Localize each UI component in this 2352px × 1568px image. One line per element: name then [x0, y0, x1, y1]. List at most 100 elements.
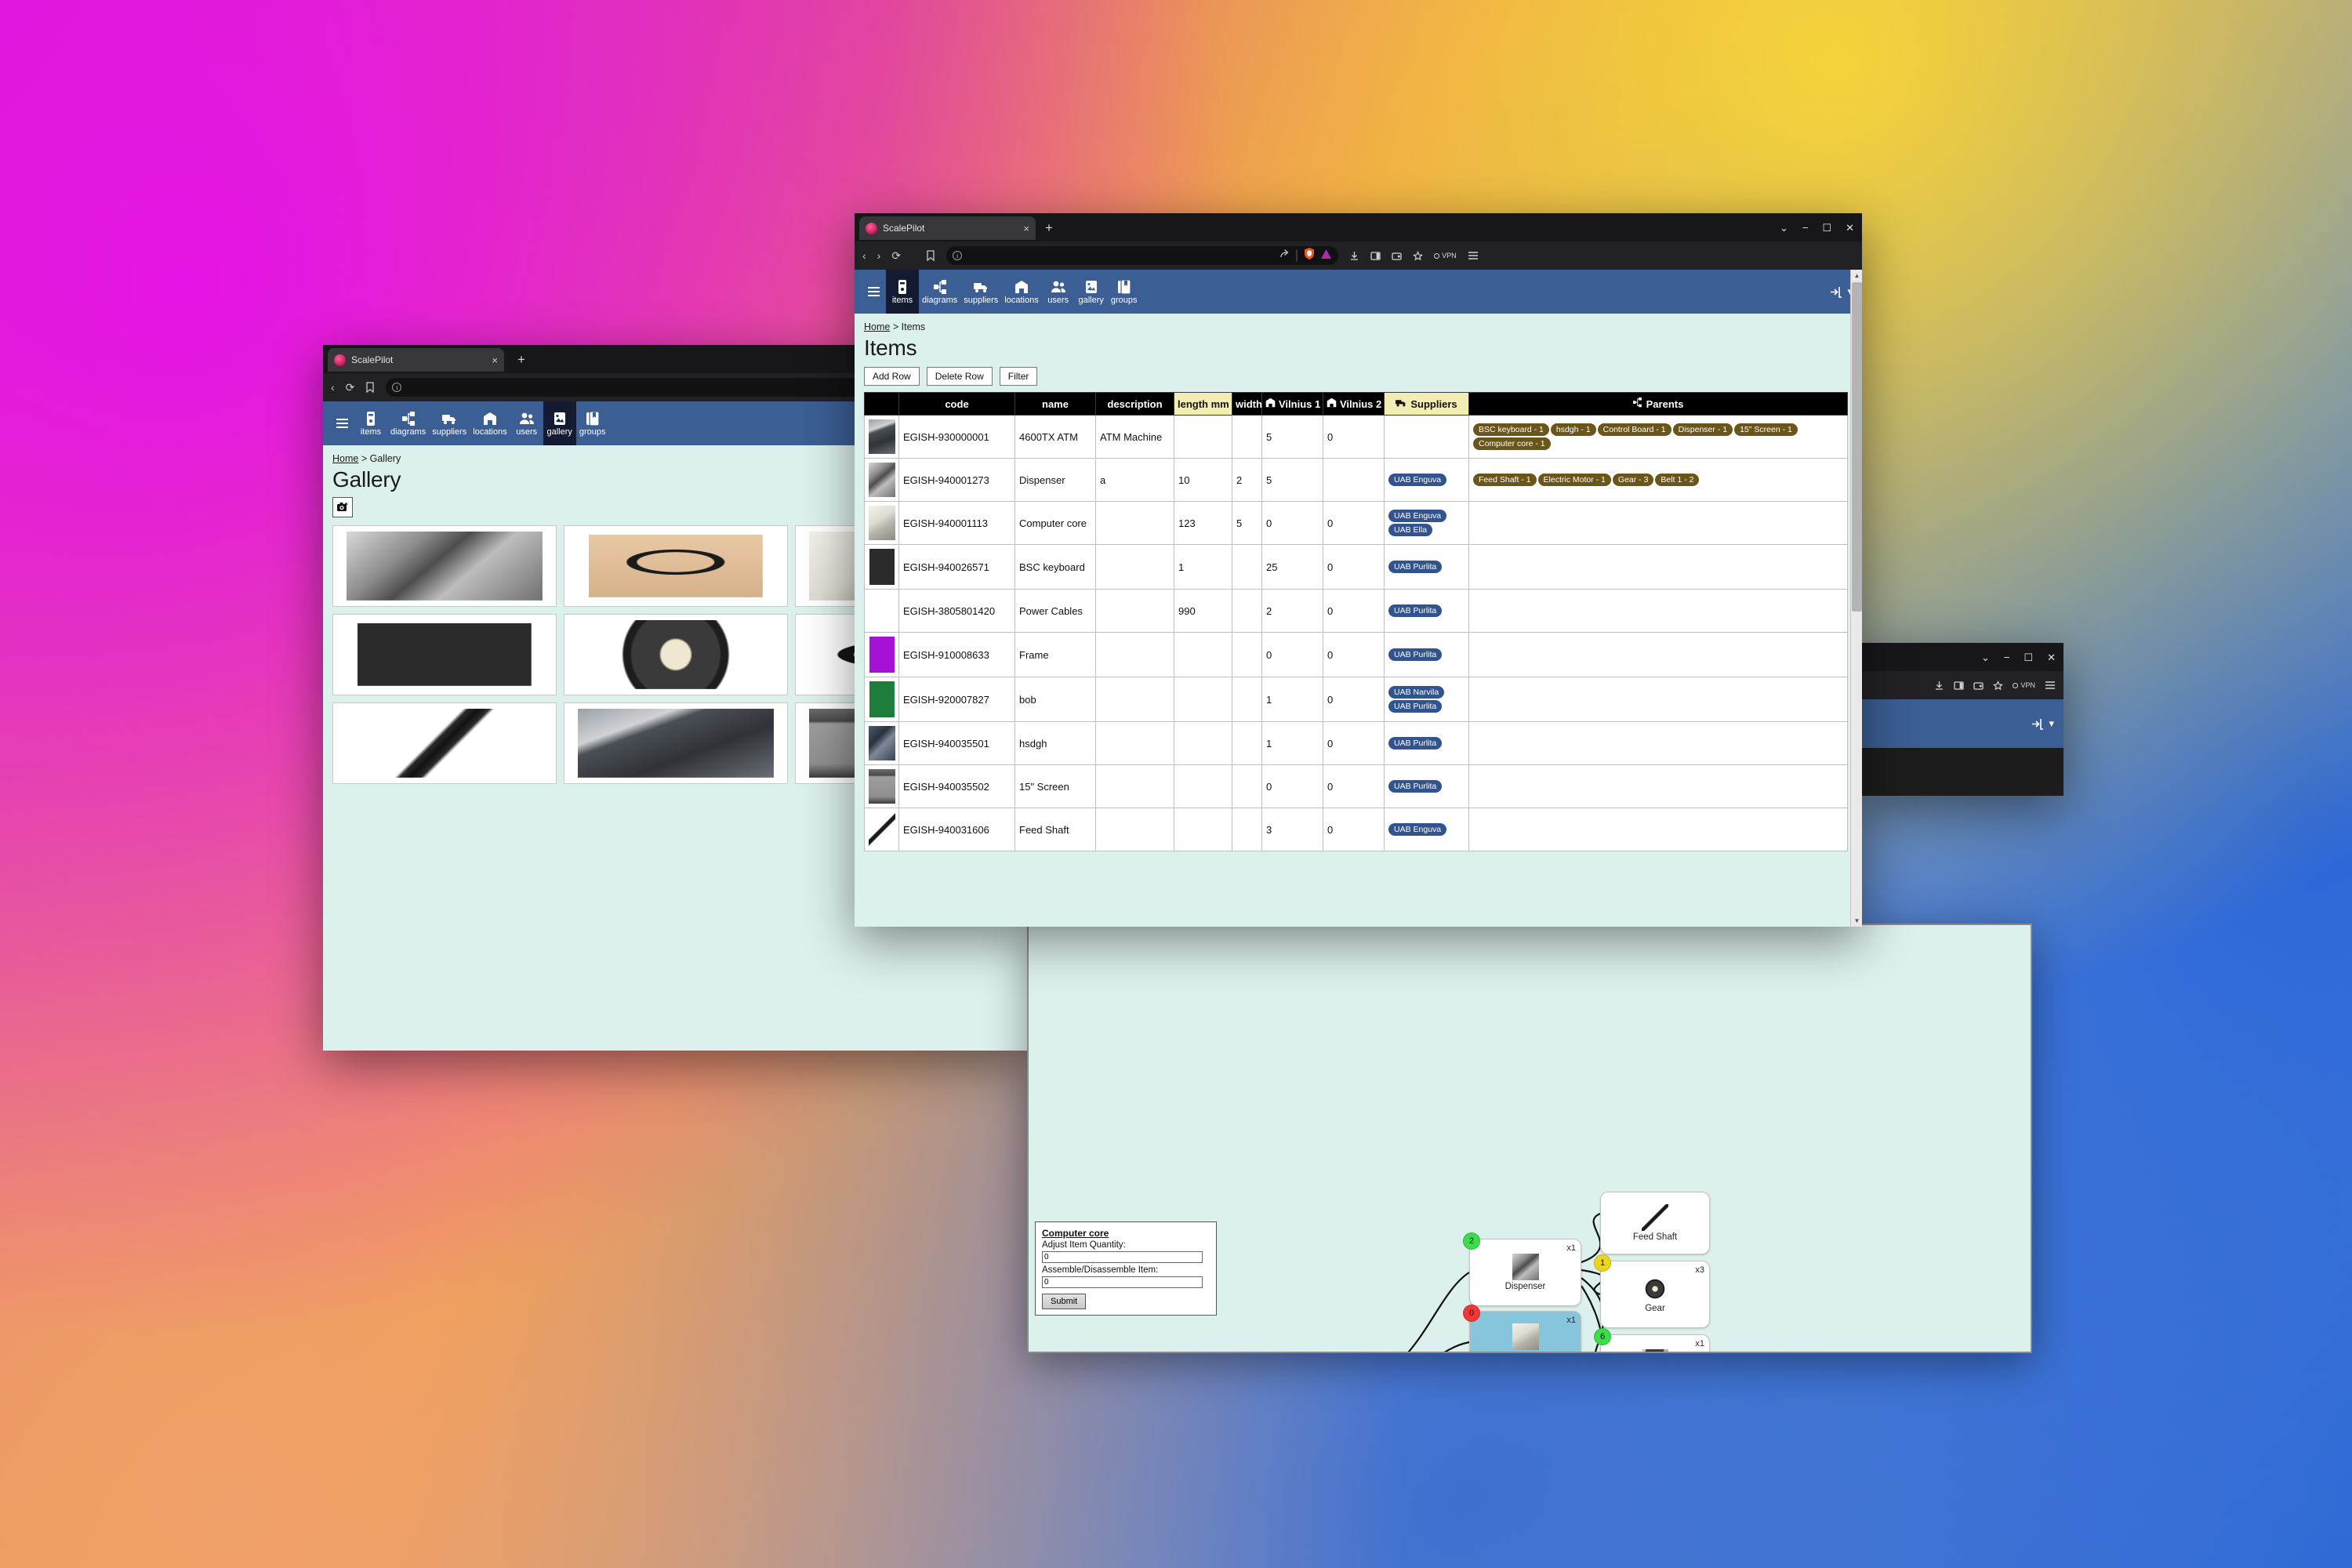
cell-length-mm[interactable]	[1174, 721, 1232, 765]
cell-code[interactable]: EGISH-930000001	[898, 415, 1015, 459]
new-tab-button[interactable]: +	[1045, 220, 1053, 236]
cell-width[interactable]	[1232, 589, 1262, 633]
cell-width[interactable]	[1232, 544, 1262, 590]
diagram-window[interactable]: 54600TX ATM2x1Dispenser0x1Computer core2…	[1027, 924, 2032, 1353]
column-header-thumbnail[interactable]	[864, 392, 899, 416]
vpn-toggle[interactable]: VPN	[1434, 252, 1457, 260]
site-info-icon[interactable]: i	[392, 383, 402, 392]
cell-name[interactable]: Computer core	[1014, 501, 1096, 545]
table-row[interactable]: EGISH-940026571 BSC keyboard 1 25 0 UAB Purli…	[864, 544, 1848, 590]
sidebar-item-gallery[interactable]: gallery	[1075, 270, 1108, 314]
cell-width[interactable]: 2	[1232, 458, 1262, 502]
add-photo-button[interactable]	[332, 497, 353, 517]
node-action-popup[interactable]: Computer core Adjust Item Quantity: Asse…	[1035, 1221, 1217, 1316]
diagram-node[interactable]: Feed Shaft	[1600, 1192, 1710, 1254]
cell-code[interactable]: EGISH-940035502	[898, 764, 1015, 808]
cell-suppliers[interactable]: UAB Purlita	[1384, 544, 1469, 590]
sidebar-item-users[interactable]: users	[1042, 270, 1075, 314]
wallet-icon[interactable]	[1973, 681, 1984, 691]
leo-ai-icon[interactable]	[1320, 249, 1332, 263]
column-header-parents[interactable]: Parents	[1468, 392, 1848, 416]
cell-width[interactable]	[1232, 677, 1262, 722]
page-scrollbar[interactable]: ▲ ▼	[1850, 270, 1862, 927]
cell-suppliers[interactable]: UAB Purlita	[1384, 764, 1469, 808]
parent-tag[interactable]: Control Board - 1	[1597, 423, 1671, 436]
cell-vilnius-1[interactable]: 25	[1261, 544, 1323, 590]
sidebar-item-locations[interactable]: locations	[470, 401, 510, 445]
rewards-icon[interactable]	[1413, 250, 1423, 261]
sidebar-item-locations[interactable]: locations	[1001, 270, 1041, 314]
cell-length-mm[interactable]: 10	[1174, 458, 1232, 502]
cell-parents[interactable]	[1468, 764, 1848, 808]
cell-vilnius-1[interactable]: 0	[1261, 632, 1323, 677]
cell-vilnius-1[interactable]: 2	[1261, 589, 1323, 633]
gallery-item[interactable]	[332, 702, 557, 784]
reload-icon[interactable]: ⟳	[891, 250, 901, 261]
table-row[interactable]: EGISH-940031606 Feed Shaft 3 0 UAB Enguva	[864, 808, 1848, 851]
cell-vilnius-1[interactable]: 5	[1261, 458, 1323, 502]
cell-description[interactable]	[1095, 677, 1174, 722]
rewards-icon[interactable]	[1993, 680, 2004, 691]
parent-tag[interactable]: Feed Shaft - 1	[1473, 474, 1537, 486]
parent-tag[interactable]: Gear - 3	[1612, 474, 1654, 486]
cell-parents[interactable]	[1468, 501, 1848, 545]
wallet-icon[interactable]	[1392, 251, 1402, 261]
window-maximize-icon[interactable]: ☐	[2024, 652, 2033, 662]
cell-name[interactable]: bob	[1014, 677, 1096, 722]
column-header-length-mm[interactable]: length mm	[1174, 392, 1232, 416]
window-expand-icon[interactable]: ⌄	[1780, 223, 1788, 233]
cell-description[interactable]	[1095, 764, 1174, 808]
sidebar-item-suppliers[interactable]: suppliers	[429, 401, 470, 445]
cell-code[interactable]: EGISH-940001113	[898, 501, 1015, 545]
supplier-chip[interactable]: UAB Purlita	[1388, 780, 1443, 793]
cell-vilnius-1[interactable]: 0	[1261, 501, 1323, 545]
cell-width[interactable]	[1232, 721, 1262, 765]
cell-name[interactable]: Frame	[1014, 632, 1096, 677]
gallery-item[interactable]	[332, 614, 557, 695]
column-header-width[interactable]: width	[1232, 392, 1262, 416]
cell-description[interactable]	[1095, 632, 1174, 677]
supplier-chip[interactable]: UAB Ella	[1388, 524, 1433, 536]
table-row[interactable]: EGISH-920007827 bob 1 0 UAB Narvila UAB Purli…	[864, 677, 1848, 722]
cell-parents[interactable]	[1468, 808, 1848, 851]
cell-description[interactable]	[1095, 544, 1174, 590]
cell-vilnius-1[interactable]: 5	[1261, 415, 1323, 459]
parent-tag[interactable]: Belt 1 - 2	[1655, 474, 1700, 486]
table-row[interactable]: EGISH-940001113 Computer core 123 5 0 0 UAB En…	[864, 501, 1848, 545]
browser-tab[interactable]: ScalePilot ×	[328, 348, 504, 372]
cell-suppliers[interactable]: UAB Enguva	[1384, 458, 1469, 502]
breadcrumb-home-link[interactable]: Home	[332, 453, 358, 464]
cell-width[interactable]	[1232, 764, 1262, 808]
share-icon[interactable]	[1279, 249, 1290, 263]
cell-vilnius-2[interactable]: 0	[1323, 415, 1385, 459]
download-icon[interactable]	[1349, 251, 1359, 261]
cell-vilnius-1[interactable]: 3	[1261, 808, 1323, 851]
cell-suppliers[interactable]: UAB Purlita	[1384, 632, 1469, 677]
back-icon[interactable]: ‹	[862, 250, 866, 261]
account-area[interactable]: ▾	[2031, 699, 2063, 748]
cell-parents[interactable]	[1468, 544, 1848, 590]
sidebar-item-gallery[interactable]: gallery	[543, 401, 576, 445]
supplier-chip[interactable]: UAB Purlita	[1388, 561, 1443, 573]
column-header-vilnius-1[interactable]: Vilnius 1	[1261, 392, 1323, 416]
diagram-node[interactable]: 1 x3 Gear	[1594, 1254, 1710, 1328]
supplier-chip[interactable]: UAB Enguva	[1388, 823, 1447, 836]
assemble-input[interactable]	[1042, 1276, 1203, 1288]
parent-tag[interactable]: Dispenser - 1	[1672, 423, 1733, 436]
scroll-up-arrow[interactable]: ▲	[1851, 270, 1862, 281]
cell-vilnius-1[interactable]: 1	[1261, 677, 1323, 722]
cell-description[interactable]	[1095, 589, 1174, 633]
delete-row-button[interactable]: Delete Row	[926, 367, 993, 386]
parent-tag[interactable]: BSC keyboard - 1	[1473, 423, 1549, 436]
cell-suppliers[interactable]: UAB Purlita	[1384, 721, 1469, 765]
supplier-chip[interactable]: UAB Enguva	[1388, 510, 1447, 522]
diagram-node[interactable]: 2 x1 Dispenser	[1463, 1232, 1581, 1306]
sidebar-item-items[interactable]: items	[886, 270, 919, 314]
cell-suppliers[interactable]: UAB Narvila UAB Purlita	[1384, 677, 1469, 722]
cell-vilnius-2[interactable]: 0	[1323, 721, 1385, 765]
cell-code[interactable]: EGISH-920007827	[898, 677, 1015, 722]
cell-description[interactable]	[1095, 808, 1174, 851]
cell-vilnius-2[interactable]: 0	[1323, 544, 1385, 590]
diagram-node[interactable]: 6x1Electric Motor	[1594, 1328, 1710, 1352]
table-row[interactable]: EGISH-910008633 Frame 0 0 UAB Purlita	[864, 632, 1848, 677]
